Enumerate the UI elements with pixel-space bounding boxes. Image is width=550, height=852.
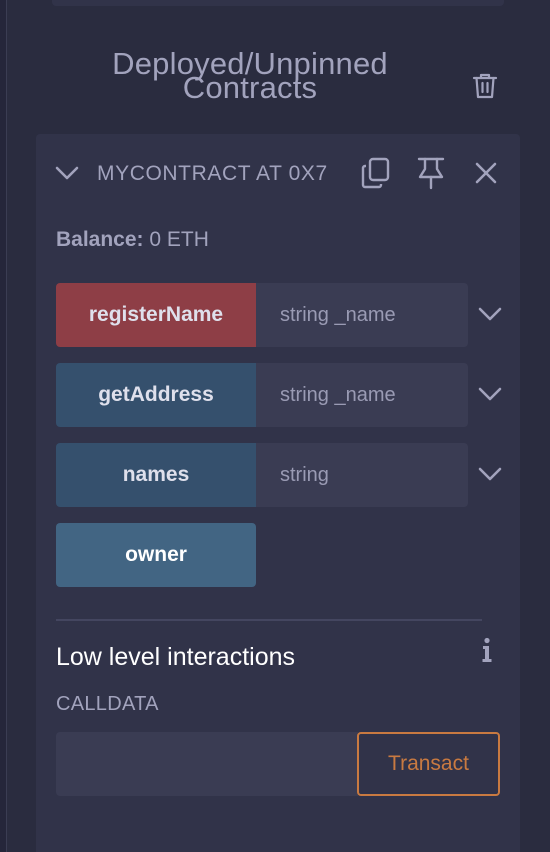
names-args-input[interactable] bbox=[256, 443, 468, 507]
trash-icon[interactable] bbox=[472, 72, 498, 100]
getaddress-button[interactable]: getAddress bbox=[56, 363, 256, 427]
chevron-down-icon[interactable] bbox=[476, 300, 504, 328]
chevron-down-icon[interactable] bbox=[476, 380, 504, 408]
calldata-label: CALLDATA bbox=[56, 693, 159, 715]
chevron-down-icon[interactable] bbox=[476, 460, 504, 488]
deployed-contracts-panel: Deployed/Unpinned Contracts MYCONTRACT A… bbox=[0, 0, 550, 852]
low-level-title: Low level interactions bbox=[56, 643, 296, 671]
owner-button[interactable]: owner bbox=[56, 523, 256, 587]
balance-value: 0 ETH bbox=[149, 228, 209, 251]
calldata-input[interactable] bbox=[56, 732, 358, 796]
section-title: Deployed/Unpinned Contracts bbox=[100, 48, 400, 103]
copy-icon[interactable] bbox=[360, 156, 392, 190]
function-row-owner: owner bbox=[56, 523, 468, 587]
contract-header: MYCONTRACT AT 0X7 bbox=[36, 150, 520, 196]
chevron-down-icon[interactable] bbox=[54, 160, 80, 186]
function-row-names: names bbox=[56, 443, 468, 507]
panel-left-border bbox=[0, 0, 7, 852]
contract-name[interactable]: MYCONTRACT AT 0X7 bbox=[97, 162, 328, 186]
info-icon[interactable] bbox=[478, 636, 496, 664]
close-icon[interactable] bbox=[470, 156, 502, 190]
balance-label: Balance: bbox=[56, 228, 144, 251]
previous-section-edge bbox=[52, 0, 504, 6]
names-button[interactable]: names bbox=[56, 443, 256, 507]
getaddress-args-input[interactable] bbox=[256, 363, 468, 427]
divider bbox=[56, 619, 482, 621]
registername-args-input[interactable] bbox=[256, 283, 468, 347]
registername-button[interactable]: registerName bbox=[56, 283, 256, 347]
function-row-getaddress: getAddress bbox=[56, 363, 468, 427]
contract-balance: Balance: 0 ETH bbox=[56, 228, 209, 252]
transact-button[interactable]: Transact bbox=[357, 732, 500, 796]
pin-icon[interactable] bbox=[415, 156, 447, 190]
function-row-registername: registerName bbox=[56, 283, 468, 347]
